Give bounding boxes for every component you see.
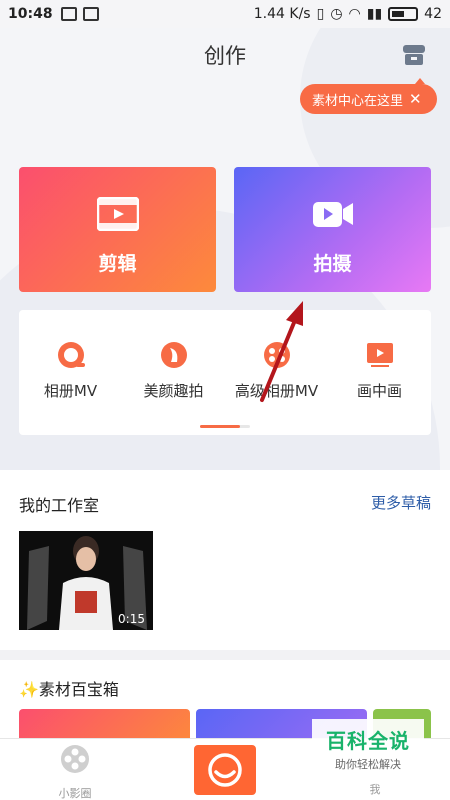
alarm-icon: ◷: [330, 6, 343, 22]
status-bar: 10:48 1.44 K/s ▯ ◷ ◠ ▮▮ 42: [0, 0, 450, 28]
watermark-subtitle: 助你轻松解决: [335, 758, 401, 771]
draft-duration: 0:15: [118, 612, 145, 626]
notification-icon: [60, 7, 77, 21]
camera-lens-icon: [208, 753, 242, 787]
tool-label: 画中画: [356, 382, 402, 400]
vibrate-icon: ▯: [316, 6, 325, 22]
nav-community[interactable]: 小影圈: [50, 743, 100, 800]
page-indicator: [200, 425, 250, 428]
tool-picture-in-picture[interactable]: 画中画: [328, 340, 431, 401]
tool-label: 美颜趣拍: [143, 382, 204, 400]
section-title: ✨素材百宝箱: [19, 680, 119, 699]
shoot-card[interactable]: 拍摄: [234, 167, 431, 292]
my-studio-section: 我的工作室 更多草稿 0:15: [0, 470, 450, 650]
network-speed: 1.44 K/s: [253, 6, 311, 22]
tool-label: 高级相册MV: [234, 382, 319, 400]
material-store-icon[interactable]: [401, 42, 427, 68]
film-icon: [97, 197, 139, 231]
draft-thumbnail[interactable]: 0:15: [19, 531, 153, 630]
nav-me[interactable]: 我: [355, 781, 395, 797]
tool-panel: 相册MV 美颜趣拍 高级相册MV 画中画: [19, 310, 431, 435]
edit-label: 剪辑: [98, 253, 137, 275]
advanced-album-mv-icon: [263, 342, 290, 368]
sparkle-icon: ✨: [19, 680, 39, 699]
tool-label: 相册MV: [43, 382, 98, 400]
download-icon: [82, 7, 99, 21]
tool-beauty-shot[interactable]: 美颜趣拍: [122, 340, 225, 401]
film-reel-icon: [61, 745, 89, 773]
section-title: 我的工作室: [19, 496, 100, 515]
tool-advanced-album-mv[interactable]: 高级相册MV: [225, 340, 328, 401]
page-indicator-active: [200, 425, 240, 428]
status-right: 1.44 K/s ▯ ◷ ◠ ▮▮ 42: [254, 6, 442, 22]
battery-icon: [388, 7, 419, 21]
status-time: 10:48: [8, 6, 53, 22]
watermark-title: 百科全说: [326, 729, 410, 753]
shoot-label: 拍摄: [313, 253, 352, 275]
close-icon[interactable]: ✕: [409, 90, 422, 108]
signal-icon: ▮▮: [366, 6, 383, 22]
create-button[interactable]: [194, 745, 256, 795]
more-drafts-link[interactable]: 更多草稿: [371, 492, 431, 513]
edit-card[interactable]: 剪辑: [19, 167, 216, 292]
beauty-shot-icon: [160, 342, 187, 368]
nav-label: 小影圈: [58, 787, 92, 800]
nav-label: 我: [369, 783, 381, 796]
battery-level: 42: [424, 6, 442, 22]
wifi-icon: ◠: [348, 6, 361, 22]
watermark: 百科全说 助你轻松解决: [312, 719, 424, 777]
create-panel: 创作 素材中心在这里 ✕ 剪辑 拍摄 相册MV 美颜趣拍 高级相册MV 画中画: [0, 28, 450, 470]
page-title: 创作: [204, 44, 246, 68]
tool-album-mv[interactable]: 相册MV: [19, 340, 122, 401]
album-mv-icon: [57, 342, 85, 368]
picture-in-picture-icon: [366, 343, 393, 367]
material-center-tooltip[interactable]: 素材中心在这里 ✕: [300, 78, 437, 114]
video-camera-icon: [313, 202, 353, 227]
tooltip-text: 素材中心在这里: [312, 93, 404, 109]
